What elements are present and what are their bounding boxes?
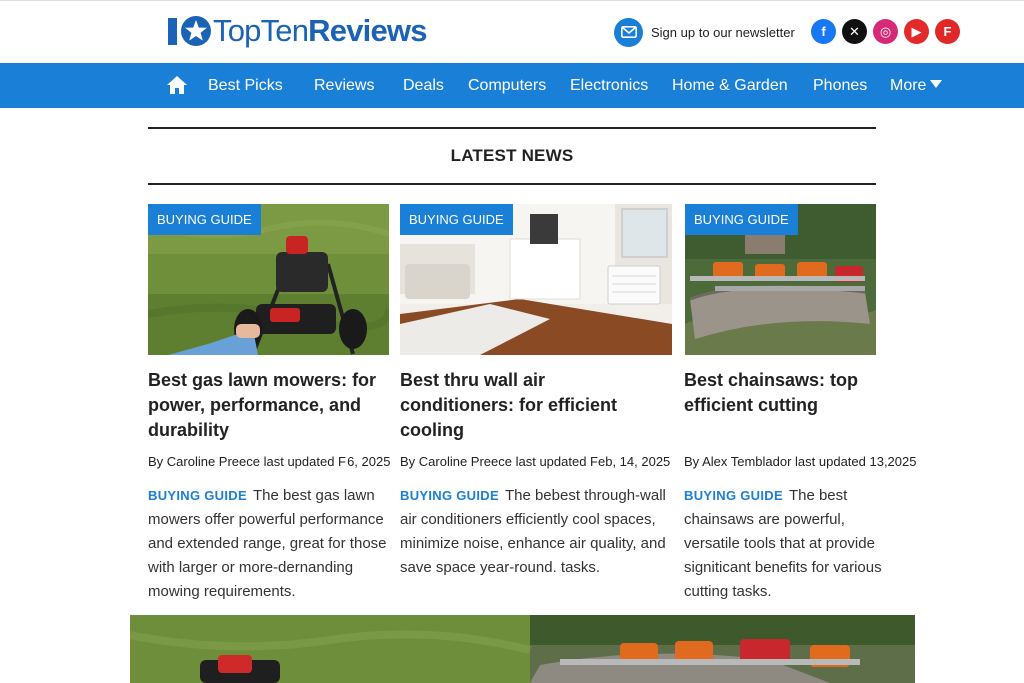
card-title[interactable]: Best chainsaws: top efficient cutting xyxy=(684,368,884,418)
card-desc-text: The best chainsaws are powerful, versati… xyxy=(684,487,882,600)
newsletter-signup[interactable]: Sign up to our newsletter xyxy=(614,17,795,47)
card-tag: BUYING GUIDE xyxy=(400,204,513,235)
nav-item-computers[interactable]: Computers xyxy=(468,76,546,95)
nav-item-electronics[interactable]: Electronics xyxy=(570,76,648,95)
logo-text: TopTenReviews xyxy=(213,13,427,49)
nav-item-phones[interactable]: Phones xyxy=(813,76,867,95)
card-image-air-conditioner[interactable]: BUYING GUIDE xyxy=(400,204,672,355)
logo-text-light: TopTen xyxy=(213,13,309,48)
chevron-down-icon xyxy=(930,79,943,88)
card-title[interactable]: Best gas lawn mowers: for power, perform… xyxy=(148,368,388,443)
card-tag: BUYING GUIDE xyxy=(685,204,798,235)
card-byline: By Caroline Preece last updated Feb, 14,… xyxy=(400,454,671,469)
card-description: BUYING GUIDE The bebest through-wall air … xyxy=(400,484,666,580)
site-header: TopTenReviews Sign up to our newsletter … xyxy=(0,0,1024,64)
logo-text-bold: Reviews xyxy=(308,13,427,48)
nav-item-more[interactable]: More xyxy=(890,76,943,95)
card-description: BUYING GUIDE The best chainsaws are power… xyxy=(684,484,900,604)
featured-image[interactable] xyxy=(130,615,915,683)
featured-photo xyxy=(130,615,915,683)
home-icon[interactable] xyxy=(166,75,188,95)
x-icon[interactable]: ✕ xyxy=(842,19,867,44)
flipboard-icon[interactable]: F xyxy=(935,19,960,44)
card-kicker[interactable]: BUYING GUIDE xyxy=(684,488,783,503)
card-byline: By Alex Temblador last updated 13,2025 xyxy=(684,454,917,469)
card-image-chainsaws[interactable]: BUYING GUIDE xyxy=(685,204,876,355)
card-kicker[interactable]: BUYING GUIDE xyxy=(148,488,247,503)
nav-item-deals[interactable]: Deals xyxy=(403,76,444,95)
nav-item-home-garden[interactable]: Home & Garden xyxy=(672,76,788,95)
section-rule-top xyxy=(148,127,876,129)
youtube-icon[interactable]: ▶ xyxy=(904,19,929,44)
logo-mark-icon xyxy=(168,16,211,46)
card-title[interactable]: Best thru wall air conditioners: for eff… xyxy=(400,368,660,443)
social-links: f ✕ ◎ ▶ F xyxy=(811,19,960,44)
nav-item-best-picks[interactable]: Best Picks xyxy=(208,76,283,95)
main-nav: Best Picks Reviews Deals Computers Elect… xyxy=(0,63,1024,108)
section-rule-bottom xyxy=(148,183,876,185)
card-kicker[interactable]: BUYING GUIDE xyxy=(400,488,499,503)
card-byline: By Caroline Preece last updated F 6, 202… xyxy=(148,454,391,469)
nav-more-label: More xyxy=(890,77,927,94)
card-desc-text: The best gas lawn mowers offer powerful … xyxy=(148,487,387,600)
card-tag: BUYING GUIDE xyxy=(148,204,261,235)
card-description: BUYING GUIDE The best gas lawn mowers off… xyxy=(148,484,396,604)
mail-icon xyxy=(614,17,643,47)
section-title: LATEST NEWS xyxy=(450,146,574,165)
card-image-lawn-mower[interactable]: BUYING GUIDE xyxy=(148,204,389,355)
newsletter-label: Sign up to our newsletter xyxy=(651,24,795,40)
facebook-icon[interactable]: f xyxy=(811,19,836,44)
site-logo[interactable]: TopTenReviews xyxy=(167,13,427,49)
nav-item-reviews[interactable]: Reviews xyxy=(314,76,374,95)
instagram-icon[interactable]: ◎ xyxy=(873,19,898,44)
